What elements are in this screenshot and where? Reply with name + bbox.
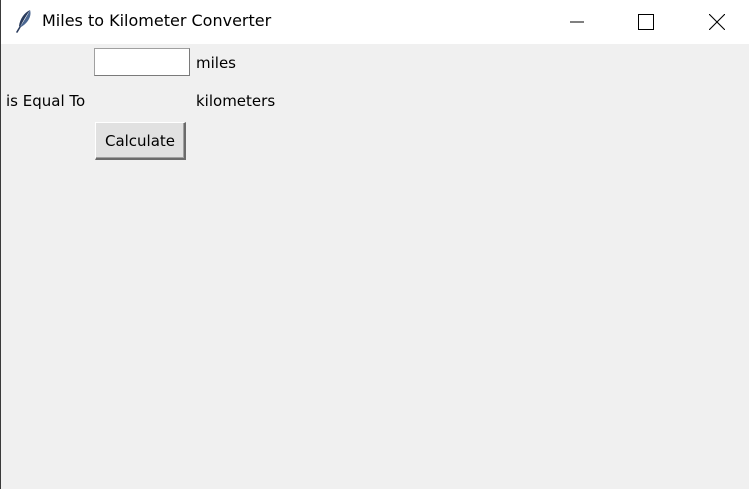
kilometers-label: kilometers (196, 92, 276, 110)
client-area: miles is Equal To kilometers Calculate (1, 44, 749, 489)
feather-icon (16, 10, 31, 33)
miles-label: miles (196, 54, 236, 72)
minimize-button[interactable] (554, 0, 600, 44)
maximize-button[interactable] (623, 0, 669, 44)
close-icon (709, 14, 725, 30)
converter-window: Miles to Kilometer Converter miles is Eq… (0, 0, 749, 489)
minimize-icon (570, 21, 584, 23)
equal-to-label: is Equal To (6, 92, 86, 110)
miles-input[interactable] (94, 48, 190, 76)
title-bar[interactable]: Miles to Kilometer Converter (1, 0, 749, 44)
maximize-icon (638, 14, 654, 30)
close-button[interactable] (694, 0, 740, 44)
window-title: Miles to Kilometer Converter (42, 11, 272, 30)
calculate-button[interactable]: Calculate (95, 122, 186, 160)
